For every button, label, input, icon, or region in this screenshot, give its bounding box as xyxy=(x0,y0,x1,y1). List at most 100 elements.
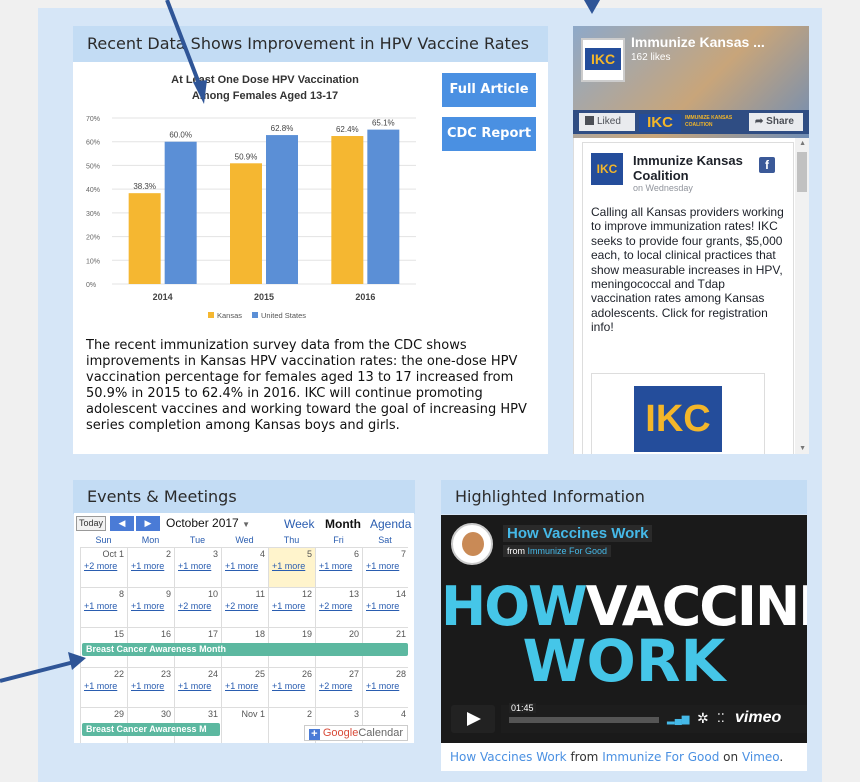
more-events-link[interactable]: +1 more xyxy=(131,561,164,571)
video-byline: from Immunize For Good xyxy=(503,545,612,557)
day-number: 29 xyxy=(113,709,124,719)
calendar-day-cell[interactable]: 14 +1 more xyxy=(362,588,409,627)
fb-post[interactable]: IKC Immunize Kansas Coalition on Wednesd… xyxy=(582,142,794,454)
fb-cover[interactable]: IKC Immunize Kansas ... 162 likes Liked … xyxy=(573,26,809,138)
volume-icon[interactable]: ▂▄▆ xyxy=(667,714,689,725)
caption-site-link[interactable]: Vimeo xyxy=(742,750,779,764)
fb-page-name[interactable]: Immunize Kansas ... xyxy=(631,34,771,50)
view-month-tab[interactable]: Month xyxy=(325,517,361,531)
google-calendar-link[interactable]: + GoogleCalendar xyxy=(303,725,408,741)
cdc-report-button[interactable]: CDC Report xyxy=(442,117,536,151)
play-button[interactable] xyxy=(451,705,495,733)
day-number: 15 xyxy=(113,629,124,639)
view-agenda-tab[interactable]: Agenda xyxy=(370,517,411,531)
video-big-work: WORK xyxy=(522,627,726,695)
calendar-day-cell[interactable]: 10 +2 more xyxy=(174,588,221,627)
view-week-tab[interactable]: Week xyxy=(284,517,314,531)
calendar-day-cell[interactable]: 11 +2 more xyxy=(221,588,268,627)
day-number: 14 xyxy=(395,589,406,599)
more-events-link[interactable]: +1 more xyxy=(131,601,164,611)
day-number: 25 xyxy=(254,669,265,679)
y-tick-label: 30% xyxy=(86,211,100,218)
next-month-button[interactable]: ▶ xyxy=(136,516,160,531)
more-events-link[interactable]: +2 more xyxy=(225,601,258,611)
more-events-link[interactable]: +2 more xyxy=(319,681,352,691)
calendar-day-cell[interactable]: 5 +1 more xyxy=(268,548,315,587)
more-events-link[interactable]: +1 more xyxy=(272,681,305,691)
month-label[interactable]: October 2017 ▼ xyxy=(166,516,250,530)
calendar-day-cell[interactable]: 28 +1 more xyxy=(362,668,409,707)
calendar-day-cell[interactable]: 12 +1 more xyxy=(268,588,315,627)
fb-liked-button[interactable]: Liked xyxy=(579,113,635,131)
more-events-link[interactable]: +1 more xyxy=(225,681,258,691)
video-channel[interactable]: Immunize For Good xyxy=(528,546,608,556)
more-events-link[interactable]: +2 more xyxy=(319,601,352,611)
more-events-link[interactable]: +1 more xyxy=(84,601,117,611)
fb-scrollbar[interactable]: ▲ ▼ xyxy=(795,138,809,454)
more-events-link[interactable]: +1 more xyxy=(131,681,164,691)
fb-post-author[interactable]: Immunize Kansas Coalition xyxy=(633,153,743,183)
today-button[interactable]: Today xyxy=(76,516,106,531)
caption-channel-link[interactable]: Immunize For Good xyxy=(602,750,719,764)
fb-share-button[interactable]: ➦ Share xyxy=(749,113,803,131)
progress-track[interactable] xyxy=(509,717,659,723)
calendar-day-cell[interactable]: 6 +1 more xyxy=(315,548,362,587)
full-article-button[interactable]: Full Article xyxy=(442,73,536,107)
more-events-link[interactable]: +1 more xyxy=(84,681,117,691)
calendar-day-cell[interactable]: 22 +1 more xyxy=(80,668,127,707)
calendar-day-cell[interactable]: 9 +1 more xyxy=(127,588,174,627)
caption-title-link[interactable]: How Vaccines Work xyxy=(450,750,567,764)
calendar-day-cell[interactable]: 27 +2 more xyxy=(315,668,362,707)
calendar-day-cell[interactable]: 8 +1 more xyxy=(80,588,127,627)
calendar-day-cell[interactable]: 25 +1 more xyxy=(221,668,268,707)
fb-post-image[interactable]: IKC xyxy=(591,373,765,454)
hpv-chart: At Least One Dose HPV Vaccination Among … xyxy=(82,68,432,330)
fb-post-avatar[interactable]: IKC xyxy=(591,153,623,185)
calendar-day-cell[interactable]: Nov 1 xyxy=(221,708,268,743)
weekday-label: Tue xyxy=(189,535,206,545)
more-events-link[interactable]: +1 more xyxy=(178,681,211,691)
vimeo-logo[interactable]: vimeo xyxy=(735,709,781,727)
day-number: 26 xyxy=(301,669,312,679)
video-title[interactable]: How Vaccines Work xyxy=(503,525,653,542)
fb-scrollbar-thumb[interactable] xyxy=(797,152,807,192)
fb-profile-picture[interactable]: IKC xyxy=(581,38,625,82)
more-events-link[interactable]: +2 more xyxy=(178,601,211,611)
calendar-day-cell[interactable]: Oct 1 +2 more xyxy=(80,548,127,587)
scroll-up-icon[interactable]: ▲ xyxy=(799,140,806,147)
calendar-word: Calendar xyxy=(358,727,403,739)
more-events-link[interactable]: +1 more xyxy=(319,561,352,571)
more-events-link[interactable]: +1 more xyxy=(272,601,305,611)
fullscreen-icon[interactable]: ⁚⁚ xyxy=(717,711,725,725)
more-events-link[interactable]: +1 more xyxy=(366,561,399,571)
calendar-day-cell[interactable]: 23 +1 more xyxy=(127,668,174,707)
more-events-link[interactable]: +1 more xyxy=(272,561,305,571)
calendar-day-cell[interactable]: 13 +2 more xyxy=(315,588,362,627)
google-calendar[interactable]: Today ◀ ▶ October 2017 ▼ Week Month Agen… xyxy=(74,513,414,743)
fb-feed[interactable]: IKC Immunize Kansas Coalition on Wednesd… xyxy=(573,138,809,454)
more-events-link[interactable]: +1 more xyxy=(225,561,258,571)
calendar-day-cell[interactable]: 24 +1 more xyxy=(174,668,221,707)
more-events-link[interactable]: +1 more xyxy=(178,561,211,571)
day-number: Oct 1 xyxy=(102,549,124,559)
more-events-link[interactable]: +1 more xyxy=(366,681,399,691)
calendar-day-cell[interactable]: 2 +1 more xyxy=(127,548,174,587)
calendar-day-cell[interactable]: 7 +1 more xyxy=(362,548,409,587)
calendar-day-cell[interactable]: 3 +1 more xyxy=(174,548,221,587)
fb-like-icon xyxy=(585,116,594,125)
event-bar-breast-cancer[interactable]: Breast Cancer Awareness Month xyxy=(82,643,408,656)
event-bar-breast-cancer-2[interactable]: Breast Cancer Awareness M xyxy=(82,723,220,736)
chart-subtitle: Among Females Aged 13-17 xyxy=(192,90,338,102)
more-events-link[interactable]: +1 more xyxy=(366,601,399,611)
data-label: 50.9% xyxy=(235,152,258,161)
scroll-down-icon[interactable]: ▼ xyxy=(799,445,806,452)
calendar-day-cell[interactable]: 26 +1 more xyxy=(268,668,315,707)
video-player[interactable]: How Vaccines Work from Immunize For Good… xyxy=(441,515,807,743)
settings-icon[interactable]: ✲ xyxy=(697,710,709,727)
fb-post-author-line2: Coalition xyxy=(633,168,689,183)
weekday-label: Wed xyxy=(235,535,254,545)
channel-avatar[interactable] xyxy=(451,523,493,565)
calendar-day-cell[interactable]: 4 +1 more xyxy=(221,548,268,587)
more-events-link[interactable]: +2 more xyxy=(84,561,117,571)
prev-month-button[interactable]: ◀ xyxy=(110,516,134,531)
